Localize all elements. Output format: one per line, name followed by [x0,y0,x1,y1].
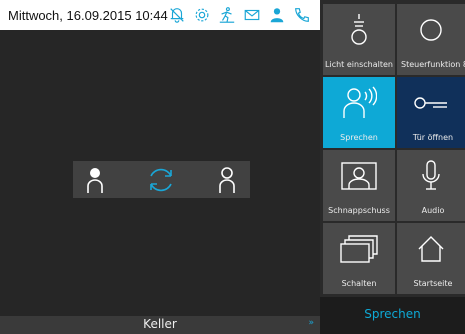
tile-label: Sprechen [340,133,378,142]
more-cameras-icon[interactable]: » [308,318,314,328]
speak-button[interactable]: Sprechen [320,297,465,334]
circle-icon [420,19,442,41]
date-time: Mittwoch, 16.09.2015 10:44 [8,8,168,23]
tile-label: Audio [421,206,445,215]
lightbulb-icon [351,14,367,45]
tile-label: Startseite [413,279,453,288]
call-status-bar [73,161,250,198]
microphone-icon [422,160,440,190]
audio-button[interactable]: Audio [397,150,465,221]
snapshot-button[interactable]: Schnappschuss [323,150,395,221]
snapshot-icon [341,162,377,190]
tile-label: Steuerfunktion 8 [401,60,465,69]
switch-button[interactable]: Schalten [323,223,395,294]
status-icons [167,4,312,28]
open-door-button[interactable]: Tür öffnen [397,77,465,148]
home-button[interactable]: Startseite [397,223,465,294]
speak-tile-button[interactable]: Sprechen [323,77,395,148]
tile-label: Schalten [341,279,377,288]
key-icon [414,97,447,109]
gear-icon[interactable] [192,4,212,26]
switch-icon [340,235,378,263]
status-bar: Mittwoch, 16.09.2015 10:44 [0,0,320,30]
tile-label: Tür öffnen [412,133,454,142]
home-icon [418,236,444,262]
speak-label: Sprechen [364,307,421,321]
user-filled-icon [87,168,103,193]
tile-label: Licht einschalten [325,60,393,69]
speaker-icon [343,86,377,118]
camera-name: Keller [143,317,177,331]
walking-person-icon[interactable] [217,4,237,26]
camera-selector[interactable]: Keller » [0,316,320,334]
bell-muted-icon[interactable] [167,4,187,26]
light-on-button[interactable]: Licht einschalten [323,4,395,75]
user-outline-icon [219,167,235,193]
control-function-button[interactable]: Steuerfunktion 8 [397,4,465,75]
mail-icon[interactable] [242,4,262,26]
user-icon[interactable] [267,4,287,26]
sync-icon[interactable] [145,164,177,196]
phone-icon[interactable] [292,4,312,26]
tile-label: Schnappschuss [328,206,390,215]
left-panel: Mittwoch, 16.09.2015 10:44 Keller » [0,0,320,334]
